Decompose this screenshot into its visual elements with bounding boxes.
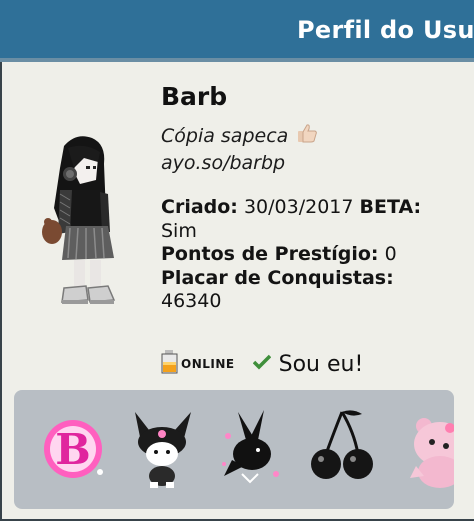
profile-link[interactable]: ayo.so/barbp xyxy=(161,152,285,174)
created-label: Criado: xyxy=(161,196,238,218)
check-icon xyxy=(252,354,271,374)
avatar xyxy=(36,128,126,313)
barbie-b-badge-icon[interactable]: B xyxy=(36,402,110,492)
bunny-logo-badge-icon[interactable] xyxy=(214,402,288,492)
profile-info: Criado: 30/03/2017 BETA: Sim Pontos de P… xyxy=(161,196,461,314)
cherries-badge-icon[interactable] xyxy=(304,402,378,492)
status-row: ONLINE Sou eu! xyxy=(161,350,363,378)
achievements-label: Placar de Conquistas: xyxy=(161,266,394,289)
created-value: 30/03/2017 xyxy=(243,196,354,218)
online-label: ONLINE xyxy=(181,357,235,371)
beta-label: BETA: xyxy=(359,196,422,218)
self-label: Sou eu! xyxy=(278,351,364,377)
profile-name: Barb xyxy=(161,82,228,111)
svg-text:B: B xyxy=(55,425,91,474)
profile-motto: Cópia sapeca xyxy=(161,122,318,149)
pink-bear-badge-icon[interactable] xyxy=(406,402,454,492)
prestige-label: Pontos de Prestígio: xyxy=(161,243,379,265)
header-title: Perfil do Usu xyxy=(297,16,474,44)
badge-bar: B xyxy=(14,390,454,509)
achievements-value: 46340 xyxy=(161,290,222,312)
kuromi-badge-icon[interactable] xyxy=(125,402,199,492)
profile-header: Perfil do Usu xyxy=(0,0,474,62)
thumbs-up-icon xyxy=(296,122,318,149)
motto-text: Cópia sapeca xyxy=(161,124,289,147)
prestige-value: 0 xyxy=(384,243,397,265)
beta-value: Sim xyxy=(161,219,197,242)
online-icon xyxy=(161,350,179,378)
